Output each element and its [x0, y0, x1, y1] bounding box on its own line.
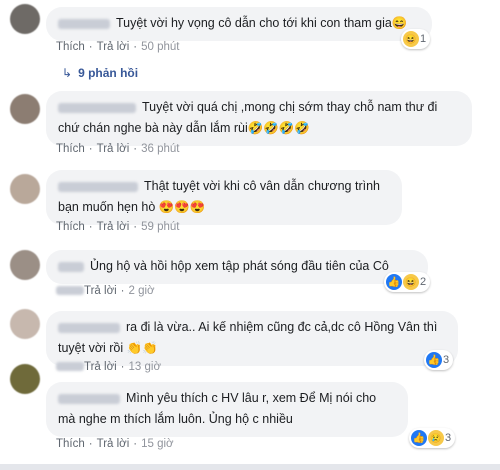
timestamp[interactable]: 59 phút	[141, 221, 179, 233]
reply-arrow-icon: ↳	[62, 66, 73, 80]
haha-icon: 😆	[403, 31, 419, 47]
reaction-count: 2	[420, 276, 427, 288]
reply-link[interactable]: Trả lời	[97, 143, 130, 155]
commenter-name[interactable]	[58, 322, 120, 333]
like-icon: 👍	[426, 352, 442, 368]
comment-bubble: Tuyệt vời quá chị ,mong chị sớm thay chỗ…	[46, 91, 472, 146]
reply-link[interactable]: Trả lời	[97, 41, 130, 53]
timestamp[interactable]: 36 phút	[141, 143, 179, 155]
reaction-summary[interactable]: 😆 1	[401, 29, 431, 49]
timestamp[interactable]: 13 giờ	[129, 361, 161, 373]
comment-bubble: Ủng hộ và hồi hộp xem tập phát sóng đầu …	[46, 250, 428, 284]
comment-actions: Thích · Trả lời · 59 phút	[56, 221, 180, 233]
like-link[interactable]: Thích	[56, 221, 85, 233]
avatar[interactable]	[10, 364, 40, 394]
commenter-name[interactable]	[58, 393, 120, 404]
next-comment-edge	[0, 464, 500, 470]
like-link[interactable]: Thích	[56, 41, 85, 53]
commenter-name[interactable]	[58, 181, 138, 192]
avatar[interactable]	[10, 4, 40, 34]
reply-link[interactable]: Trả lời	[84, 361, 117, 373]
replies-count: 9 phản hồi	[78, 66, 139, 80]
timestamp[interactable]: 2 giờ	[129, 285, 155, 297]
like-icon: 👍	[386, 274, 402, 290]
timestamp[interactable]: 50 phút	[141, 41, 179, 53]
reaction-summary[interactable]: 👍 😢 3	[409, 428, 456, 448]
reply-link[interactable]: Trả lời	[84, 285, 117, 297]
reaction-count: 3	[445, 432, 452, 444]
comment-bubble: Thật tuyệt vời khi cô vân dẫn chương trì…	[46, 170, 402, 225]
avatar[interactable]	[10, 250, 40, 280]
like-link[interactable]	[56, 362, 84, 372]
like-link[interactable]: Thích	[56, 438, 85, 450]
comment-actions: Thích · Trả lời · 15 giờ	[56, 438, 174, 450]
reaction-summary[interactable]: 👍 3	[424, 350, 454, 370]
view-replies-link[interactable]: ↳ 9 phản hồi	[62, 66, 138, 80]
comment-bubble: Mình yêu thích c HV lâu r, xem Để Mị nói…	[46, 382, 408, 437]
like-link[interactable]	[56, 286, 84, 296]
reaction-count: 1	[420, 33, 427, 45]
comment-actions: Thích · Trả lời · 36 phút	[56, 143, 180, 155]
timestamp[interactable]: 15 giờ	[141, 438, 173, 450]
reaction-summary[interactable]: 👍 😆 2	[384, 272, 431, 292]
commenter-name[interactable]	[58, 102, 136, 113]
commenter-name[interactable]	[58, 18, 110, 29]
avatar[interactable]	[10, 309, 40, 339]
comment-bubble: ra đi là vừa.. Ai kế nhiệm cũng đc cả,dc…	[46, 311, 458, 366]
reaction-count: 3	[443, 354, 450, 366]
avatar[interactable]	[10, 94, 40, 124]
haha-icon: 😆	[403, 274, 419, 290]
avatar[interactable]	[10, 174, 40, 204]
commenter-name[interactable]	[58, 261, 84, 272]
sad-icon: 😢	[428, 430, 444, 446]
like-icon: 👍	[411, 430, 427, 446]
comment-actions: Thích · Trả lời · 50 phút	[56, 41, 180, 53]
reply-link[interactable]: Trả lời	[97, 438, 130, 450]
comment-actions: Trả lời · 13 giờ	[56, 361, 161, 373]
reply-link[interactable]: Trả lời	[97, 221, 130, 233]
comment-actions: Trả lời · 2 giờ	[56, 285, 155, 297]
comment-bubble: Tuyệt vời hy vọng cô dẫn cho tới khi con…	[46, 7, 432, 41]
comment-text: Ủng hộ và hồi hộp xem tập phát sóng đầu …	[90, 259, 389, 273]
like-link[interactable]: Thích	[56, 143, 85, 155]
comment-text: Tuyệt vời hy vọng cô dẫn cho tới khi con…	[116, 16, 408, 30]
